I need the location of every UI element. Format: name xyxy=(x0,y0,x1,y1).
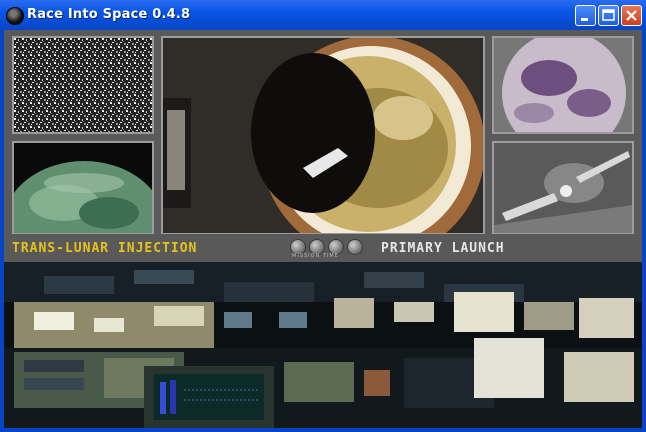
minimize-button[interactable] xyxy=(575,5,596,26)
planet-monitor xyxy=(492,36,634,134)
mission-control-room xyxy=(4,262,642,428)
static-monitor xyxy=(12,36,154,134)
minimize-icon xyxy=(581,18,588,21)
title-bar[interactable]: Race Into Space 0.4.8 xyxy=(0,0,646,31)
satellite-monitor xyxy=(492,141,634,235)
main-video-monitor xyxy=(161,36,485,235)
maximize-icon xyxy=(602,9,615,21)
planet-image xyxy=(494,38,632,132)
mission-time-controls: MISSION TIME xyxy=(288,236,368,260)
mission-time-label: MISSION TIME xyxy=(292,253,339,259)
mission-phase-label: TRANS-LUNAR INJECTION xyxy=(12,241,198,256)
spacecraft-window-image xyxy=(163,38,483,233)
satellite-image xyxy=(494,143,632,233)
close-icon xyxy=(626,10,637,21)
close-button[interactable] xyxy=(621,5,642,26)
mission-control-image xyxy=(4,262,642,428)
window-title: Race Into Space 0.4.8 xyxy=(27,7,191,22)
maximize-button[interactable] xyxy=(598,5,619,26)
app-icon xyxy=(6,7,24,25)
game-window: Race Into Space 0.4.8 TRANS-LUNAR INJECT… xyxy=(0,0,646,432)
mission-time-button-4[interactable] xyxy=(347,239,363,255)
launch-status-label: PRIMARY LAUNCH xyxy=(381,241,505,256)
earth-image xyxy=(14,143,152,233)
tv-static-image xyxy=(14,38,152,132)
earth-monitor xyxy=(12,141,154,235)
